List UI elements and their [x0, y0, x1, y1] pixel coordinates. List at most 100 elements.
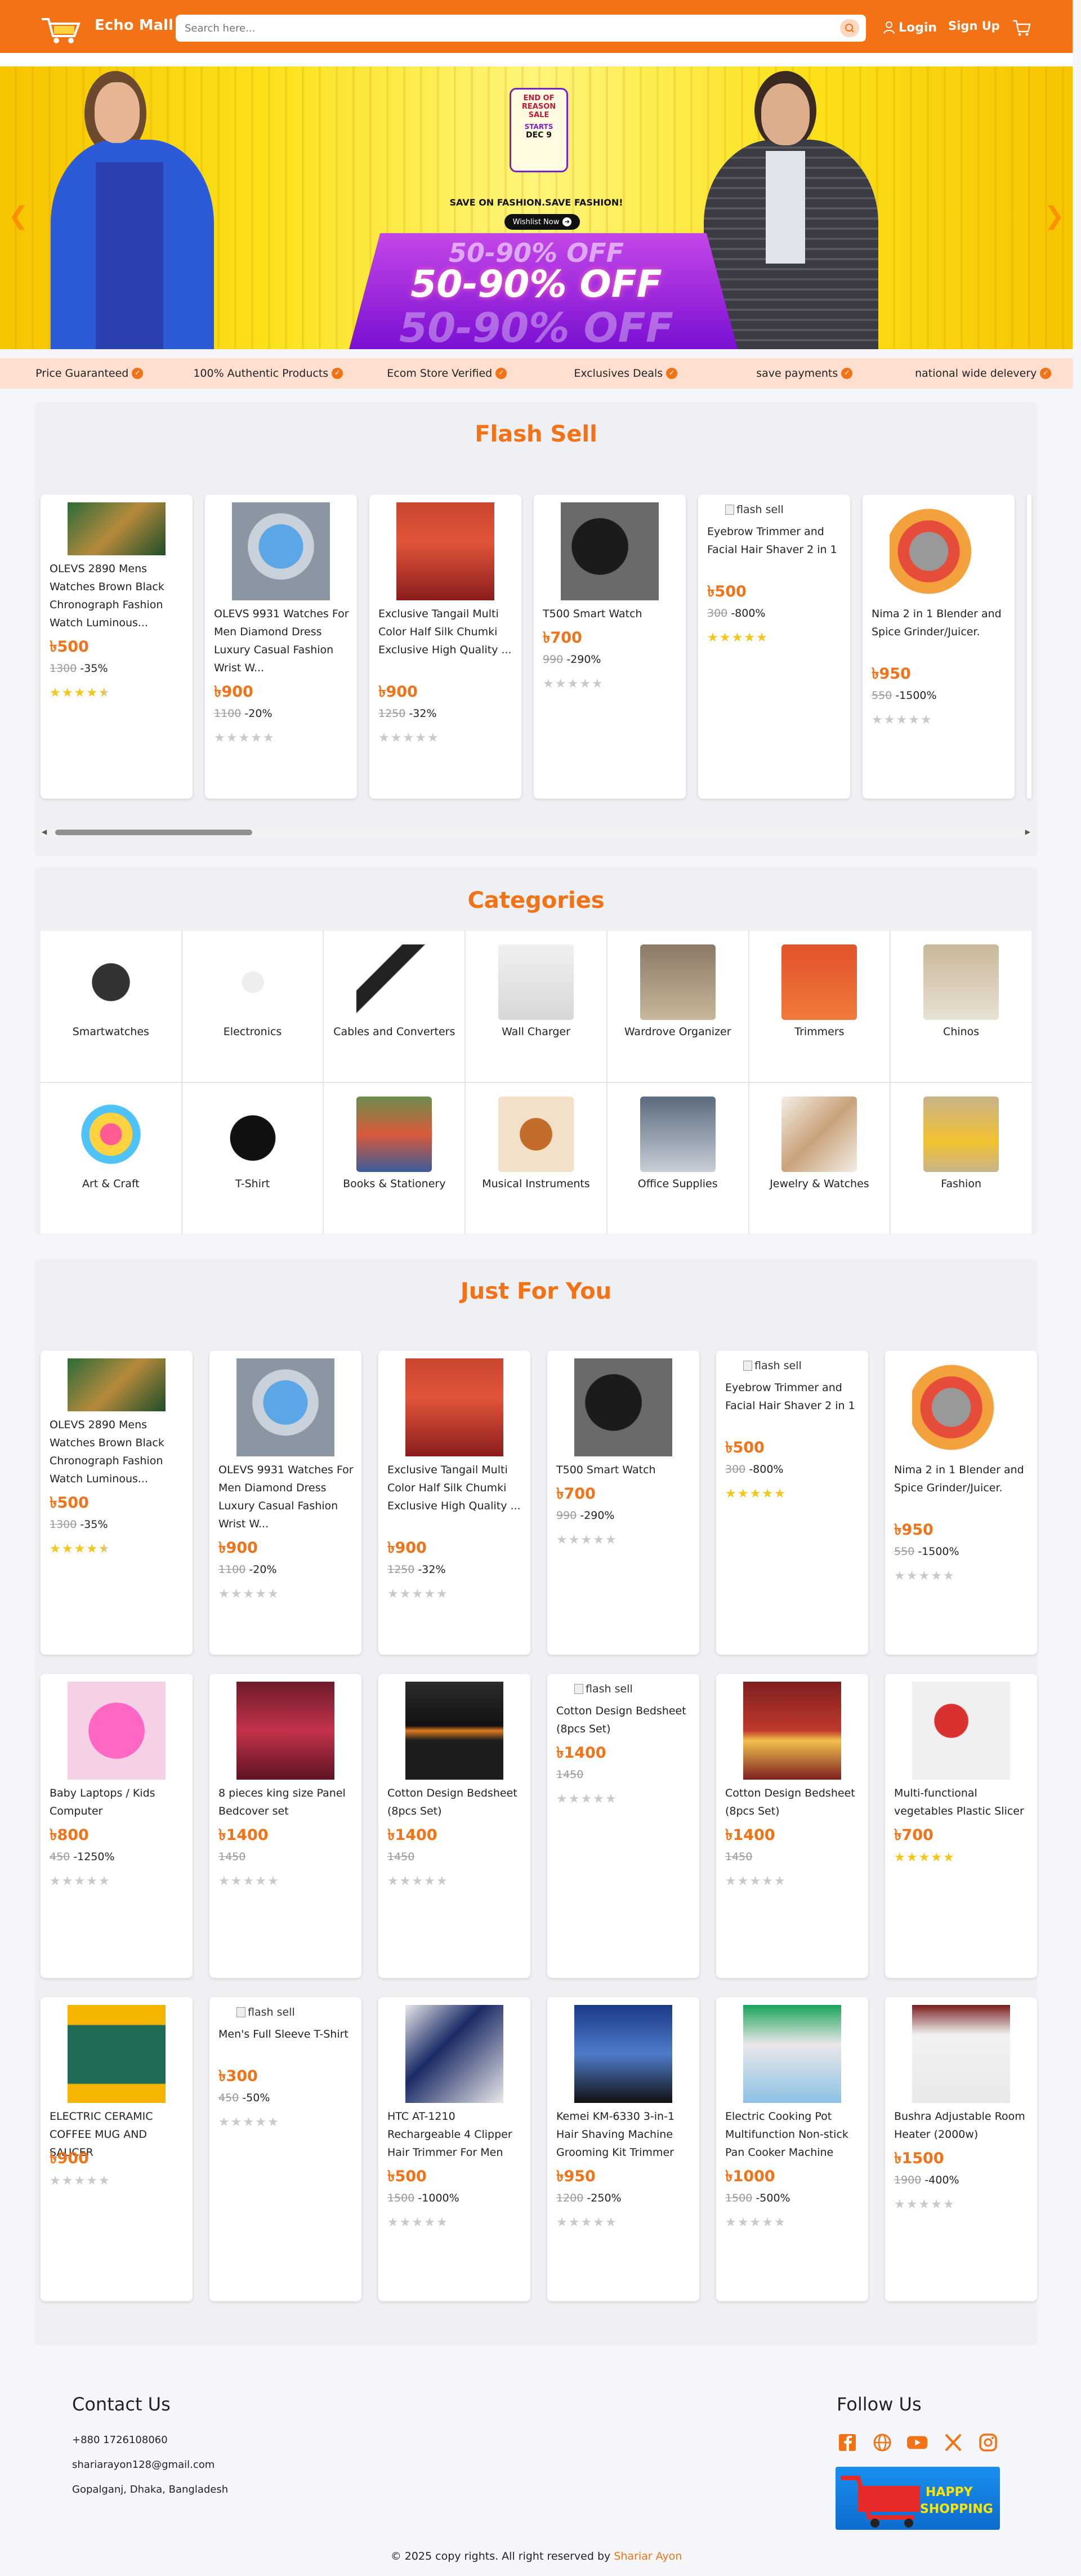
product-name[interactable]: Cotton Design Bedsheet (8pcs Set) [387, 1784, 522, 1820]
product-image[interactable] [743, 2005, 841, 2103]
product-card[interactable]: 8 pieces king size Panel Bedcover set ৳14… [209, 1674, 361, 1978]
product-card[interactable]: Multi-functional vegetables Plastic Slic… [885, 1674, 1037, 1978]
product-name[interactable]: Nima 2 in 1 Blender and Spice Grinder/Ju… [872, 605, 1007, 641]
product-card[interactable]: Exclusive Tangail Multi Color Half Silk … [378, 1351, 530, 1655]
product-image[interactable] [912, 2005, 1010, 2103]
product-card[interactable]: flash sell Eyebrow Trimmer and Facial Hai… [716, 1351, 868, 1655]
brand-name[interactable]: Echo Mall [95, 17, 173, 34]
product-image[interactable] [68, 2005, 166, 2103]
product-card[interactable]: Kemei KM-6330 3-in-1 Hair Shaving Machin… [547, 1997, 699, 2301]
search-box[interactable] [176, 15, 866, 42]
product-image[interactable] [405, 2005, 503, 2103]
product-card[interactable]: T500 Smart Watch ৳700 990 -290% ★★★★★ [547, 1351, 699, 1655]
hero-banner[interactable]: ❮ ❯ END OF REASON SALE STARTS DEC 9 SAVE… [0, 66, 1073, 349]
product-image[interactable] [396, 502, 494, 600]
youtube-icon[interactable] [906, 2432, 928, 2453]
category-tile[interactable]: Office Supplies [607, 1083, 748, 1234]
product-name[interactable]: OLEVS 2890 Mens Watches Brown Black Chro… [50, 1416, 185, 1488]
product-image[interactable] [405, 1682, 503, 1780]
product-image[interactable] [912, 1682, 1010, 1780]
globe-icon[interactable] [872, 2432, 893, 2453]
product-name[interactable]: Cotton Design Bedsheet (8pcs Set) [556, 1702, 691, 1738]
x-twitter-icon[interactable] [942, 2432, 964, 2453]
product-name[interactable]: Men's Full Sleeve T-Shirt [218, 2025, 354, 2043]
cart-icon[interactable] [1011, 18, 1031, 37]
product-card[interactable]: flash sell Men's Full Sleeve T-Shirt ৳300 4… [209, 1997, 361, 2301]
product-card[interactable]: Nima 2 in 1 Blender and Spice Grinder/Ju… [863, 494, 1015, 799]
product-card[interactable]: Nima 2 in 1 Blender and Spice Grinder/Ju… [885, 1351, 1037, 1655]
product-name[interactable]: T500 Smart Watch [543, 605, 678, 623]
product-card[interactable]: ELECTRIC CERAMIC COFFEE MUG AND SAUCER ৳9… [41, 1997, 193, 2301]
product-card[interactable]: Exclusive Tangail Multi Color Half Silk … [369, 494, 521, 799]
product-name[interactable]: Exclusive Tangail Multi Color Half Silk … [387, 1461, 522, 1515]
category-tile[interactable]: Wardrove Organizer [607, 931, 748, 1082]
product-name[interactable]: OLEVS 2890 Mens Watches Brown Black Chro… [50, 560, 185, 632]
product-card-partial[interactable] [1027, 494, 1031, 799]
product-card[interactable]: HTC AT-1210 Rechargeable 4 Clipper Hair … [378, 1997, 530, 2301]
product-card[interactable]: Cotton Design Bedsheet (8pcs Set) ৳1400 14… [716, 1674, 868, 1978]
product-image[interactable] [232, 502, 330, 600]
product-image[interactable] [68, 502, 166, 555]
search-button[interactable] [840, 19, 859, 37]
product-card[interactable]: Electric Cooking Pot Multifunction Non-s… [716, 1997, 868, 2301]
search-input[interactable] [185, 20, 815, 36]
instagram-icon[interactable] [977, 2432, 999, 2453]
product-image[interactable] [236, 1682, 334, 1780]
product-name[interactable]: Baby Laptops / Kids Computer [50, 1784, 185, 1820]
product-name[interactable]: OLEVS 9931 Watches For Men Diamond Dress… [214, 605, 349, 677]
product-card[interactable]: Baby Laptops / Kids Computer ৳800 450 -125… [41, 1674, 193, 1978]
product-image[interactable] [890, 502, 988, 600]
product-name[interactable]: Exclusive Tangail Multi Color Half Silk … [378, 605, 513, 659]
product-card[interactable]: Bushra Adjustable Room Heater (2000w) ৳15… [885, 1997, 1037, 2301]
horizontal-scrollbar[interactable]: ◀ ▶ [41, 828, 1031, 837]
scrollbar-thumb[interactable] [55, 830, 252, 835]
copyright-author[interactable]: Shariar Ayon [614, 2550, 682, 2562]
product-image[interactable] [68, 1682, 166, 1780]
product-card[interactable]: OLEVS 2890 Mens Watches Brown Black Chro… [41, 1351, 193, 1655]
category-tile[interactable]: Electronics [182, 931, 323, 1082]
category-tile[interactable]: Art & Craft [41, 1083, 181, 1234]
product-image[interactable] [743, 1682, 841, 1780]
facebook-icon[interactable] [837, 2432, 858, 2453]
wishlist-button[interactable]: Wishlist Now ➜ [504, 214, 580, 230]
product-name[interactable]: HTC AT-1210 Rechargeable 4 Clipper Hair … [387, 2107, 522, 2161]
product-name[interactable]: 8 pieces king size Panel Bedcover set [218, 1784, 354, 1820]
category-tile[interactable]: T-Shirt [182, 1083, 323, 1234]
category-tile[interactable]: Smartwatches [41, 931, 181, 1082]
category-tile[interactable]: Books & Stationery [324, 1083, 465, 1234]
category-tile[interactable]: Musical Instruments [466, 1083, 606, 1234]
contact-phone[interactable]: +880 1726108060 [72, 2434, 168, 2446]
category-tile[interactable]: Chinos [891, 931, 1031, 1082]
category-tile[interactable]: Cables and Converters [324, 931, 465, 1082]
product-image[interactable] [236, 1358, 334, 1456]
product-name[interactable]: Cotton Design Bedsheet (8pcs Set) [725, 1784, 860, 1820]
product-image[interactable] [574, 2005, 672, 2103]
product-image[interactable] [912, 1358, 1010, 1456]
product-name[interactable]: Eyebrow Trimmer and Facial Hair Shaver 2… [707, 523, 842, 559]
product-card[interactable]: T500 Smart Watch ৳700 990 -290% ★★★★★ [534, 494, 686, 799]
signup-link[interactable]: Sign Up [948, 19, 1000, 33]
contact-email[interactable]: shariarayon128@gmail.com [72, 2459, 215, 2471]
category-tile[interactable]: Jewelry & Watches [749, 1083, 890, 1234]
product-name[interactable]: Multi-functional vegetables Plastic Slic… [894, 1784, 1029, 1820]
product-name[interactable]: Nima 2 in 1 Blender and Spice Grinder/Ju… [894, 1461, 1029, 1497]
scroll-right-icon[interactable]: ▶ [1025, 828, 1030, 836]
category-tile[interactable]: Wall Charger [466, 931, 606, 1082]
product-card[interactable]: OLEVS 9931 Watches For Men Diamond Dress… [209, 1351, 361, 1655]
product-name[interactable]: Electric Cooking Pot Multifunction Non-s… [725, 2107, 860, 2161]
product-name[interactable]: T500 Smart Watch [556, 1461, 691, 1479]
product-image[interactable] [405, 1358, 503, 1456]
product-card[interactable]: flash sell Cotton Design Bedsheet (8pcs S… [547, 1674, 699, 1978]
product-card[interactable]: Cotton Design Bedsheet (8pcs Set) ৳1400 14… [378, 1674, 530, 1978]
login-link[interactable]: Login [883, 18, 937, 37]
product-image[interactable] [561, 502, 659, 600]
product-image[interactable] [68, 1358, 166, 1411]
product-name[interactable]: OLEVS 9931 Watches For Men Diamond Dress… [218, 1461, 354, 1533]
category-tile[interactable]: Fashion [891, 1083, 1031, 1234]
product-image[interactable] [574, 1358, 672, 1456]
shopping-cart-logo-icon[interactable] [39, 14, 84, 45]
scroll-left-icon[interactable]: ◀ [42, 828, 47, 836]
product-card[interactable]: OLEVS 9931 Watches For Men Diamond Dress… [205, 494, 357, 799]
product-card[interactable]: flash sell Eyebrow Trimmer and Facial Hai… [698, 494, 850, 799]
product-name[interactable]: Eyebrow Trimmer and Facial Hair Shaver 2… [725, 1379, 860, 1415]
